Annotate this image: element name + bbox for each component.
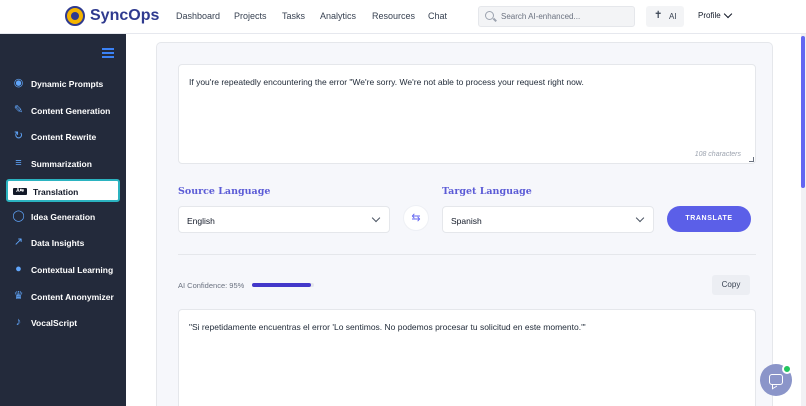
ai-button-label: AI [669,12,677,21]
ai-button[interactable]: ✝ AI [646,6,684,27]
sidebar-item-label: Content Generation [31,106,111,116]
sidebar-item-vocalscript[interactable]: ♪ VocalScript [6,312,120,335]
translation-output[interactable]: "Si repetidamente encuentras el error 'L… [178,309,756,406]
source-text-input[interactable]: If you're repeatedly encountering the er… [178,64,756,164]
app-name[interactable]: SyncOps [90,7,159,25]
divider [178,254,756,255]
sidebar-item-label: Content Anonymizer [31,292,114,302]
target-language-select[interactable]: Spanish [442,206,654,233]
nav-projects[interactable]: Projects [234,11,267,21]
brain-icon: ● [15,263,22,275]
ai-magic-icon: ✝ [654,10,663,21]
sidebar-item-translation[interactable]: A⇆ Translation [6,179,120,202]
translate-icon: A⇆ [13,188,27,195]
chevron-down-icon [371,213,381,223]
confidence-bar-fill [252,283,311,287]
profile-menu[interactable]: Profile [698,11,721,20]
nav-analytics[interactable]: Analytics [320,11,356,21]
sidebar-item-content-generation[interactable]: ✎ Content Generation [6,100,120,123]
source-language-label: Source Language [178,186,271,197]
sidebar-item-content-rewrite[interactable]: ↻ Content Rewrite [6,126,120,149]
sidebar-item-summarization[interactable]: ≡ Summarization [6,153,120,176]
sidebar-item-label: Translation [33,187,79,197]
source-language-select[interactable]: English [178,206,390,233]
sidebar: ◉ Dynamic Prompts ✎ Content Generation ↻… [0,34,126,406]
translate-button[interactable]: TRANSLATE [667,206,751,232]
menu-toggle-icon[interactable] [102,48,114,58]
sidebar-item-label: Summarization [31,159,92,169]
sidebar-item-label: VocalScript [31,318,78,328]
microphone-icon: ♪ [15,316,22,328]
ai-confidence-label: AI Confidence: 95% [178,281,245,290]
logo-icon[interactable] [65,6,85,26]
chevron-down-icon [635,213,645,223]
nav-chat[interactable]: Chat [428,11,447,21]
pen-icon: ✎ [13,104,24,116]
swap-languages-button[interactable]: ⇆ [403,205,429,231]
target-language-value: Spanish [451,216,482,226]
confidence-bar [252,283,314,287]
sidebar-item-content-anonymizer[interactable]: ♛ Content Anonymizer [6,286,120,309]
sidebar-item-idea-generation[interactable]: ◯ Idea Generation [6,206,120,229]
copy-button[interactable]: Copy [712,275,750,295]
text-align-icon: ≡ [15,157,22,169]
nav-dashboard[interactable]: Dashboard [176,11,220,21]
nav-tasks[interactable]: Tasks [282,11,305,21]
robot-icon: ◉ [13,77,24,89]
refresh-icon: ↻ [13,130,24,142]
resize-handle[interactable] [749,157,754,162]
sidebar-item-label: Idea Generation [31,212,96,222]
sidebar-item-label: Contextual Learning [31,265,114,275]
chevron-down-icon[interactable] [723,9,733,19]
user-secret-icon: ♛ [13,290,24,302]
source-text-value: If you're repeatedly encountering the er… [189,77,584,87]
sidebar-item-dynamic-prompts[interactable]: ◉ Dynamic Prompts [6,73,120,96]
profile-label: Profile [698,11,721,20]
sidebar-item-label: Dynamic Prompts [31,79,104,89]
nav-resources[interactable]: Resources [372,11,415,21]
sidebar-item-label: Content Rewrite [31,132,97,142]
search-input[interactable]: Search AI-enhanced... [478,6,635,27]
top-header: SyncOps Dashboard Projects Tasks Analyti… [0,0,806,34]
chart-line-icon: ↗ [13,236,24,248]
translation-card: If you're repeatedly encountering the er… [156,42,773,406]
main-content: If you're repeatedly encountering the er… [126,34,801,406]
chat-bubble-icon [769,374,783,385]
lightbulb-icon: ◯ [12,210,25,222]
online-status-dot [782,364,792,374]
target-language-label: Target Language [442,186,532,197]
search-placeholder: Search AI-enhanced... [501,12,581,21]
sidebar-item-data-insights[interactable]: ↗ Data Insights [6,232,120,255]
search-icon [485,11,494,20]
source-language-value: English [187,216,215,226]
sidebar-item-label: Data Insights [31,238,85,248]
character-count: 108 characters [694,151,741,158]
translation-output-text: "Si repetidamente encuentras el error 'L… [189,322,586,332]
sidebar-item-contextual-learning[interactable]: ● Contextual Learning [6,259,120,282]
scrollbar-thumb[interactable] [801,36,805,188]
